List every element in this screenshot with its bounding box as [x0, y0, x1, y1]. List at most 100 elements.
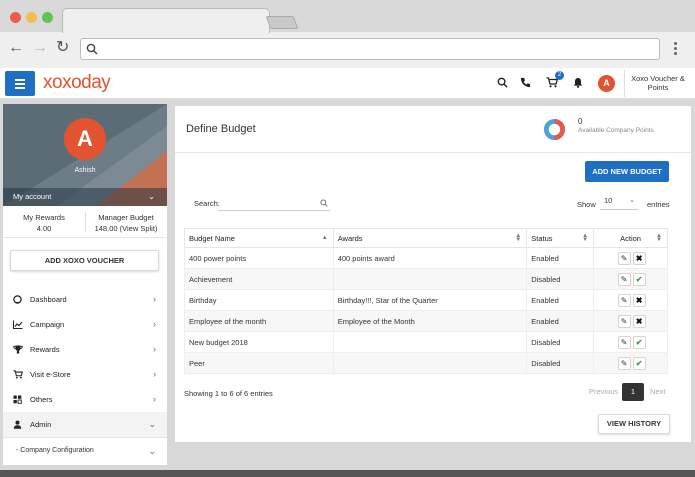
- user-avatar[interactable]: A: [598, 75, 615, 92]
- page-title: Define Budget: [186, 123, 256, 135]
- enable-check-icon[interactable]: ✔: [632, 335, 646, 349]
- address-bar[interactable]: [80, 38, 660, 60]
- sidebar-item-label: Campaign: [30, 320, 65, 329]
- new-tab-button[interactable]: [265, 16, 299, 29]
- entries-select[interactable]: 10 ⌄: [600, 194, 638, 210]
- budget-name-cell: New budget 2018: [184, 331, 334, 353]
- entries-label: entries: [647, 200, 670, 209]
- window-bottom-edge: [0, 470, 695, 477]
- enable-check-icon[interactable]: ✔: [632, 356, 646, 370]
- sidebar-item-dashboard[interactable]: Dashboard ›: [3, 287, 167, 312]
- browser-window: ← → ↻: [0, 0, 695, 68]
- minimize-window-button[interactable]: [26, 12, 37, 23]
- edit-pencil-icon[interactable]: ✎: [617, 356, 631, 370]
- hamburger-menu-button[interactable]: [5, 71, 35, 96]
- disable-x-icon[interactable]: ✖: [632, 314, 646, 328]
- available-points-value: 0: [578, 117, 583, 126]
- column-header-status[interactable]: Status ▲ ▼: [526, 228, 595, 248]
- search-input[interactable]: [218, 193, 330, 211]
- enable-check-icon[interactable]: ✔: [632, 272, 646, 286]
- sort-icon: ▲ ▼: [515, 233, 522, 243]
- sidebar-item-label: Rewards: [30, 345, 60, 354]
- cart-icon: [13, 370, 23, 379]
- column-header-label: Awards: [337, 233, 363, 243]
- sidebar-item-others[interactable]: Others ›: [3, 387, 167, 412]
- table-row: 400 power points 400 points award Enable…: [184, 247, 668, 269]
- action-cell: ✎ ✔: [593, 352, 668, 374]
- edit-pencil-icon[interactable]: ✎: [617, 293, 631, 307]
- sidebar: A Ashish My account ⌄ My Rewards 4.00 Ma…: [3, 104, 167, 465]
- action-cell: ✎ ✖: [593, 289, 668, 311]
- sidebar-item-visit-estore[interactable]: Visit e-Store ›: [3, 362, 167, 387]
- phone-icon[interactable]: [520, 77, 531, 88]
- budget-name-cell: Employee of the month: [184, 310, 334, 332]
- my-rewards: My Rewards 4.00: [3, 212, 85, 234]
- manager-budget-value[interactable]: 148.00 (View Split): [85, 223, 167, 234]
- show-label: Show: [577, 200, 596, 209]
- others-icon: [13, 395, 22, 404]
- my-rewards-value: 4.00: [36, 224, 52, 233]
- awards-cell: [332, 352, 528, 374]
- budget-name-cell: Achievement: [184, 268, 334, 290]
- sidebar-item-label: Dashboard: [30, 295, 67, 304]
- entries-select-value: 10: [604, 196, 613, 205]
- maximize-window-button[interactable]: [42, 12, 53, 23]
- awards-cell: Employee of the Month: [332, 310, 528, 332]
- next-page-button[interactable]: Next: [650, 387, 665, 396]
- sidebar-subitem-company-configuration[interactable]: - Company Configuration ⌄: [3, 437, 167, 463]
- points-donut-chart: [543, 118, 566, 141]
- bell-icon[interactable]: [573, 77, 583, 88]
- status-cell: Enabled: [526, 247, 595, 269]
- define-budget-panel: Define Budget 0 Available Company Points…: [175, 106, 691, 442]
- dashboard-icon: [13, 295, 22, 304]
- budget-table: Budget Name ▲ Awards ▲ ▼ Status ▲ ▼ Action ▲ ▼ …: [184, 228, 668, 374]
- budget-name-cell: Peer: [184, 352, 334, 374]
- status-cell: Disabled: [526, 268, 595, 290]
- sidebar-item-admin[interactable]: Admin ⌄: [3, 412, 167, 437]
- add-voucher-button[interactable]: ADD XOXO VOUCHER: [10, 250, 159, 271]
- forward-arrow-icon[interactable]: →: [32, 40, 48, 56]
- my-account-label: My account: [13, 192, 52, 201]
- edit-pencil-icon[interactable]: ✎: [617, 335, 631, 349]
- search-icon: [86, 43, 98, 55]
- column-header-budget-name[interactable]: Budget Name ▲: [184, 228, 334, 248]
- page-1-button[interactable]: 1: [622, 383, 644, 401]
- chart-icon: [13, 320, 23, 329]
- column-header-label: Budget Name: [189, 233, 235, 243]
- sort-icon: ▲ ▼: [656, 233, 662, 243]
- back-arrow-icon[interactable]: ←: [8, 40, 24, 56]
- browser-menu-icon[interactable]: [674, 42, 678, 57]
- trophy-icon: [13, 345, 23, 354]
- view-history-button[interactable]: VIEW HISTORY: [598, 414, 670, 434]
- app-header: xoxoday 2 A Xoxo Voucher & Points: [0, 68, 695, 99]
- edit-pencil-icon[interactable]: ✎: [617, 314, 631, 328]
- chevron-right-icon: ›: [153, 344, 156, 354]
- status-cell: Enabled: [526, 289, 595, 311]
- reload-icon[interactable]: ↻: [56, 40, 69, 56]
- awards-cell: Birthday!!!, Star of the Quarter: [332, 289, 528, 311]
- chevron-right-icon: ›: [153, 294, 156, 304]
- xoxoday-logo[interactable]: xoxoday: [43, 72, 111, 94]
- available-points-label: Available Company Points: [578, 127, 654, 134]
- previous-page-button[interactable]: Previous: [589, 387, 618, 396]
- close-window-button[interactable]: [10, 12, 21, 23]
- budget-name-cell: 400 power points: [184, 247, 334, 269]
- my-account-toggle[interactable]: My account ⌄: [3, 188, 167, 206]
- action-cell: ✎ ✖: [593, 247, 668, 269]
- chevron-right-icon: ›: [153, 319, 156, 329]
- user-menu-label[interactable]: Xoxo Voucher & Points: [628, 74, 688, 92]
- add-new-budget-button[interactable]: ADD NEW BUDGET: [585, 161, 669, 182]
- column-header-awards[interactable]: Awards ▲ ▼: [332, 228, 528, 248]
- column-header-action[interactable]: Action ▲ ▼: [593, 228, 668, 248]
- edit-pencil-icon[interactable]: ✎: [617, 272, 631, 286]
- sidebar-item-campaign[interactable]: Campaign ›: [3, 312, 167, 337]
- table-row: Employee of the month Employee of the Mo…: [184, 310, 668, 332]
- disable-x-icon[interactable]: ✖: [632, 251, 646, 265]
- disable-x-icon[interactable]: ✖: [632, 293, 646, 307]
- browser-tab[interactable]: [62, 8, 270, 33]
- admin-icon: [13, 420, 22, 429]
- chevron-right-icon: ›: [153, 394, 156, 404]
- search-icon[interactable]: [497, 77, 508, 88]
- sidebar-item-rewards[interactable]: Rewards ›: [3, 337, 167, 362]
- edit-pencil-icon[interactable]: ✎: [617, 251, 631, 265]
